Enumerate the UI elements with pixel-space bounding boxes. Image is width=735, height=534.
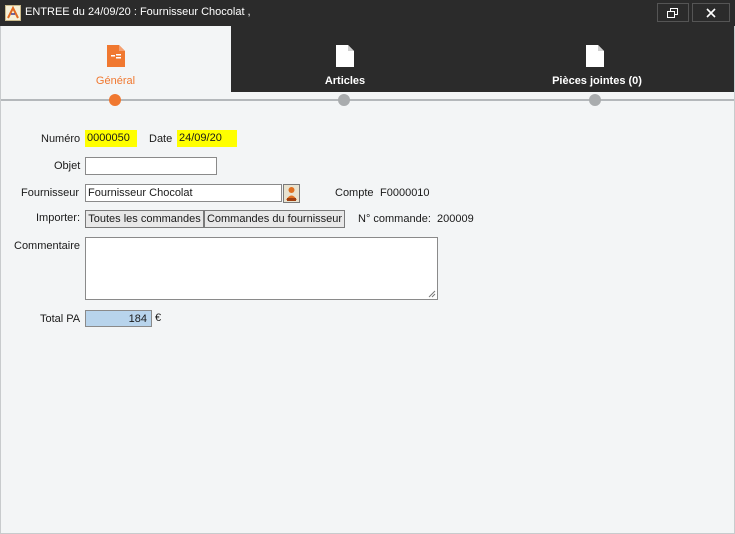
n-commande-label: N° commande: — [358, 213, 431, 225]
date-field[interactable]: 24/09/20 — [177, 130, 237, 147]
toutes-les-commandes-button[interactable]: Toutes les commandes — [85, 210, 204, 228]
commandes-du-fournisseur-button[interactable]: Commandes du fournisseur — [204, 210, 345, 228]
compte-label: Compte — [335, 187, 374, 199]
commentaire-label: Commentaire — [14, 240, 81, 252]
person-lookup-icon — [286, 187, 297, 201]
numero-field[interactable]: 0000050 — [85, 130, 137, 147]
total-pa-label: Total PA — [40, 313, 81, 325]
objet-label: Objet — [54, 160, 81, 172]
close-icon — [706, 8, 716, 18]
objet-input[interactable] — [85, 157, 217, 175]
title-bar: ENTREE du 24/09/20 : Fournisseur Chocola… — [0, 0, 735, 26]
fournisseur-label: Fournisseur — [21, 187, 80, 199]
document-icon — [586, 45, 604, 67]
restore-window-button[interactable] — [657, 3, 689, 22]
tab-general-label: Général — [95, 75, 136, 87]
fournisseur-input[interactable]: Fournisseur Chocolat — [85, 184, 282, 202]
window-title: ENTREE du 24/09/20 : Fournisseur Chocola… — [25, 6, 251, 18]
document-icon — [336, 45, 354, 67]
compte-value: F0000010 — [380, 187, 430, 199]
tab-general[interactable]: Général — [0, 26, 231, 92]
commentaire-textarea[interactable] — [85, 237, 438, 300]
restore-icon — [667, 8, 678, 18]
step-dot-pieces-jointes[interactable] — [589, 94, 601, 106]
currency-symbol: € — [155, 312, 162, 324]
numero-label: Numéro — [41, 133, 81, 145]
step-dot-general[interactable] — [109, 94, 121, 106]
app-logo-icon — [5, 5, 21, 21]
tab-pieces-jointes-label: Pièces jointes (0) — [552, 75, 642, 87]
tab-bar: Général Articles Pièces jointes (0) — [0, 26, 735, 92]
total-pa-value: 184 — [85, 310, 152, 327]
step-dot-articles[interactable] — [338, 94, 350, 106]
resize-grip-icon[interactable] — [428, 290, 436, 298]
document-icon — [107, 45, 125, 67]
n-commande-value: 200009 — [437, 213, 474, 225]
tab-articles[interactable]: Articles — [231, 26, 459, 92]
importer-label: Importer: — [36, 212, 81, 224]
tab-articles-label: Articles — [324, 75, 366, 87]
tab-pieces-jointes[interactable]: Pièces jointes (0) — [459, 26, 735, 92]
close-window-button[interactable] — [692, 3, 730, 22]
date-label: Date — [149, 133, 173, 145]
supplier-lookup-button[interactable] — [283, 184, 300, 203]
